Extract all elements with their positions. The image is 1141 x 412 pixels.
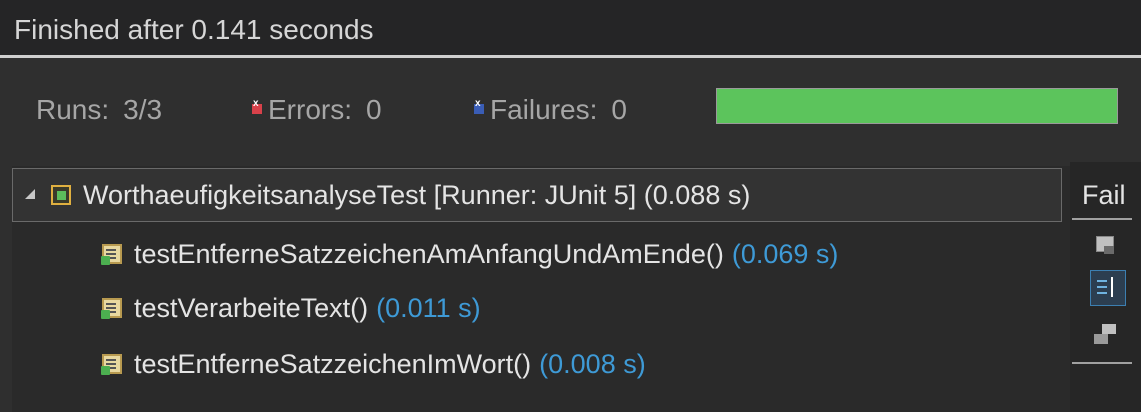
runs-counter: Runs: 3/3 xyxy=(36,94,162,126)
test-case-time: (0.008 s) xyxy=(539,348,646,379)
test-case-pass-icon xyxy=(101,354,122,375)
progress-bar xyxy=(716,88,1118,124)
tree-row-test-case[interactable]: testEntferneSatzzeichenImWort() (0.008 s… xyxy=(12,342,1141,386)
failures-label: Failures: xyxy=(490,94,598,125)
test-run-history-icon[interactable] xyxy=(1094,322,1118,346)
expand-collapse-icon[interactable] xyxy=(23,187,39,203)
tree-row-suite[interactable]: WorthaeufigkeitsanalyseTest [Runner: JUn… xyxy=(12,168,1062,222)
errors-counter: Errors: 0 xyxy=(252,94,382,126)
failure-trace-panel: Fail xyxy=(1070,162,1141,412)
show-failures-only-icon[interactable] xyxy=(1090,270,1126,306)
counters-panel: Runs: 3/3 Errors: 0 Failures: 0 xyxy=(0,58,1141,158)
test-tree[interactable]: WorthaeufigkeitsanalyseTest [Runner: JUn… xyxy=(12,166,1070,412)
failure-icon xyxy=(474,98,484,114)
test-case-pass-icon xyxy=(101,244,122,265)
test-suite-pass-icon xyxy=(51,185,71,205)
tree-row-test-case[interactable]: testVerarbeiteText() (0.011 s) xyxy=(12,286,1141,330)
side-divider xyxy=(1072,362,1132,364)
test-case-name: testEntferneSatzzeichenImWort() xyxy=(134,348,532,379)
runs-label: Runs: xyxy=(36,94,110,125)
progress-fill xyxy=(717,89,1117,123)
error-icon xyxy=(252,98,262,114)
test-case-time: (0.011 s) xyxy=(376,292,481,323)
failures-counter: Failures: 0 xyxy=(474,94,627,126)
errors-label: Errors: xyxy=(268,94,352,125)
errors-value: 0 xyxy=(366,94,382,125)
status-bar: Finished after 0.141 seconds xyxy=(0,0,1141,58)
runs-value: 3/3 xyxy=(123,94,163,125)
failures-value: 0 xyxy=(611,94,627,125)
status-message: Finished after 0.141 seconds xyxy=(14,14,374,45)
test-case-time: (0.069 s) xyxy=(731,238,839,269)
failure-trace-label: Fail xyxy=(1082,180,1126,210)
tree-row-test-case[interactable]: testEntferneSatzzeichenAmAnfangUndAmEnde… xyxy=(12,232,1141,276)
suite-label: WorthaeufigkeitsanalyseTest [Runner: JUn… xyxy=(83,179,751,210)
test-case-name: testEntferneSatzzeichenAmAnfangUndAmEnde… xyxy=(134,238,724,269)
test-case-name: testVerarbeiteText() xyxy=(134,292,369,323)
test-case-pass-icon xyxy=(101,298,122,319)
side-divider xyxy=(1072,218,1132,220)
next-failure-icon[interactable] xyxy=(1094,234,1118,258)
